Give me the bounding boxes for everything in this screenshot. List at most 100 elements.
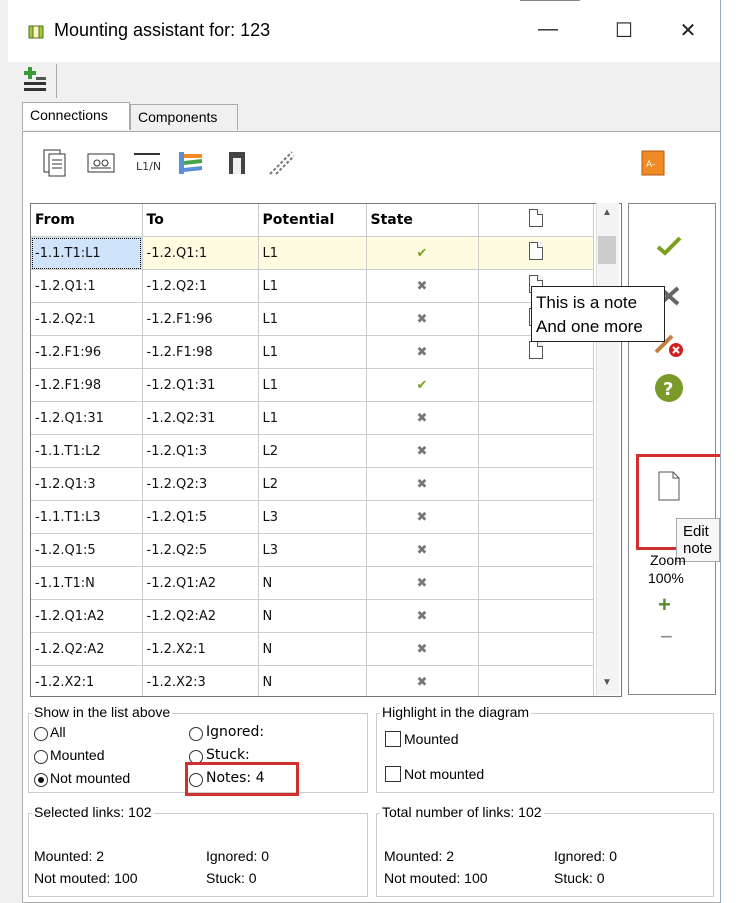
cell-note[interactable]	[478, 434, 594, 468]
potential-icon[interactable]: L1/N	[132, 148, 162, 178]
report-icon[interactable]: A-	[638, 148, 668, 178]
checkbox-highlight-not-mounted[interactable]	[385, 766, 401, 782]
column-header-potential[interactable]: Potential	[258, 204, 367, 237]
minimize-button[interactable]: —	[528, 18, 568, 41]
radio-all-label: All	[50, 724, 66, 740]
checkbox-highlight-mounted-label: Mounted	[404, 731, 459, 747]
checkbox-highlight-mounted[interactable]	[385, 731, 401, 747]
cell-to: -1.2.Q2:1	[142, 269, 259, 303]
cell-note[interactable]	[478, 467, 594, 501]
cell-note[interactable]	[478, 566, 594, 600]
connections-table: From To Potential State -1.1.T1:L1 -1.2.Q…	[30, 203, 622, 697]
checkbox-highlight-not-mounted-label: Not mounted	[404, 766, 485, 782]
cell-note[interactable]	[478, 599, 594, 633]
table-row[interactable]: -1.1.T1:L3 -1.2.Q1:5 L3 ✖	[31, 500, 594, 534]
cell-state: ✖	[366, 500, 479, 534]
column-header-note[interactable]	[478, 204, 594, 237]
note-tooltip: This is a note And one more	[531, 286, 665, 342]
side-toolbar	[628, 203, 716, 695]
column-header-state[interactable]: State	[366, 204, 479, 237]
close-button[interactable]: ✕	[668, 18, 708, 43]
cell-from: -1.1.T1:L2	[31, 434, 143, 468]
cell-potential: N	[258, 599, 367, 633]
cell-from: -1.1.T1:N	[31, 566, 143, 600]
scroll-up-arrow[interactable]: ▲	[602, 207, 612, 218]
table-row[interactable]: -1.2.Q1:5 -1.2.Q2:5 L3 ✖	[31, 533, 594, 567]
radio-not-mounted[interactable]	[34, 773, 48, 787]
cell-note[interactable]	[478, 665, 594, 696]
cell-from: -1.2.Q1:5	[31, 533, 143, 567]
table-row[interactable]: -1.2.Q1:3 -1.2.Q2:3 L2 ✖	[31, 467, 594, 501]
zoom-in-icon[interactable]: +	[658, 592, 671, 618]
cell-from: -1.2.X2:1	[31, 665, 143, 696]
document-list-icon[interactable]	[40, 148, 70, 178]
column-header-from[interactable]: From	[31, 204, 143, 237]
scrollbar-thumb[interactable]	[598, 236, 616, 264]
highlight-group-title: Highlight in the diagram	[380, 704, 532, 720]
note-icon[interactable]	[528, 242, 543, 260]
cell-potential: L1	[258, 335, 367, 369]
cell-potential: L1	[258, 368, 367, 402]
table-row[interactable]: -1.2.Q1:31 -1.2.Q2:31 L1 ✖	[31, 401, 594, 435]
table-row[interactable]: -1.2.Q2:1 -1.2.F1:96 L1 ✖	[31, 302, 594, 336]
total-not-mounted: Not mouted: 100	[384, 870, 488, 886]
radio-mounted-label: Mounted	[50, 747, 105, 763]
table-header-row: From To Potential State	[31, 204, 594, 237]
cell-from: -1.2.Q1:3	[31, 467, 143, 501]
total-ignored: Ignored: 0	[554, 848, 618, 864]
tab-components[interactable]: Components	[130, 104, 238, 130]
cell-potential: L3	[258, 500, 367, 534]
terminal-icon[interactable]	[86, 148, 116, 178]
table-row[interactable]: -1.1.T1:L1 -1.2.Q1:1 L1 ✔	[31, 236, 594, 270]
mark-mounted-check-icon[interactable]	[654, 234, 684, 258]
table-row[interactable]: -1.1.T1:N -1.2.Q1:A2 N ✖	[31, 566, 594, 600]
cell-to: -1.2.X2:3	[142, 665, 259, 696]
radio-not-mounted-label: Not mounted	[50, 770, 131, 786]
table-row[interactable]: -1.2.Q1:A2 -1.2.Q2:A2 N ✖	[31, 599, 594, 633]
cell-from: -1.2.Q1:A2	[31, 599, 143, 633]
cell-note[interactable]	[478, 368, 594, 402]
cell-potential: N	[258, 632, 367, 666]
cell-to: -1.2.Q2:5	[142, 533, 259, 567]
notes-highlight	[185, 762, 299, 796]
radio-mounted[interactable]	[34, 750, 48, 764]
wire-icon[interactable]	[266, 148, 296, 178]
mounting-assistant-window: Mounting assistant for: 123 — ☐ ✕ Connec…	[8, 0, 748, 903]
radio-ignored[interactable]	[189, 727, 203, 741]
cell-to: -1.2.F1:98	[142, 335, 259, 369]
help-icon[interactable]: ?	[653, 372, 685, 404]
radio-stuck-label: Stuck:	[206, 747, 250, 763]
note-tooltip-line1: This is a note	[536, 293, 638, 312]
cell-state: ✖	[366, 434, 479, 468]
table-scrollbar[interactable]: ▲ ▼	[596, 203, 619, 695]
cable-icon[interactable]	[176, 148, 206, 178]
cell-state: ✖	[366, 302, 479, 336]
table-row[interactable]: -1.2.X2:1 -1.2.X2:3 N ✖	[31, 665, 594, 696]
table-row[interactable]: -1.2.F1:96 -1.2.F1:98 L1 ✖	[31, 335, 594, 369]
scroll-down-arrow[interactable]: ▼	[602, 677, 612, 688]
cell-note[interactable]	[478, 401, 594, 435]
add-remove-icon[interactable]	[22, 64, 48, 96]
table-row[interactable]: -1.1.T1:L2 -1.2.Q1:3 L2 ✖	[31, 434, 594, 468]
column-header-to[interactable]: To	[142, 204, 259, 237]
selected-links-title: Selected links: 102	[32, 804, 154, 820]
cell-note[interactable]	[478, 533, 594, 567]
radio-all[interactable]	[34, 727, 48, 741]
note-icon[interactable]	[528, 341, 543, 359]
table-row[interactable]: -1.2.Q1:1 -1.2.Q2:1 L1 ✖	[31, 269, 594, 303]
cell-from: -1.2.F1:96	[31, 335, 143, 369]
zoom-out-icon[interactable]: −	[660, 624, 673, 650]
cell-note[interactable]	[478, 632, 594, 666]
table-row[interactable]: -1.2.F1:98 -1.2.Q1:31 L1 ✔	[31, 368, 594, 402]
tab-connections[interactable]: Connections	[22, 102, 130, 130]
connector-icon[interactable]	[222, 148, 252, 178]
zoom-value: 100%	[648, 570, 684, 586]
table-row[interactable]: -1.2.Q2:A2 -1.2.X2:1 N ✖	[31, 632, 594, 666]
cell-note[interactable]	[478, 236, 594, 270]
note-tooltip-line2: And one more	[536, 317, 643, 336]
cell-to: -1.2.Q2:3	[142, 467, 259, 501]
maximize-button[interactable]: ☐	[604, 18, 644, 43]
total-mounted: Mounted: 2	[384, 848, 455, 864]
cell-state: ✖	[366, 467, 479, 501]
cell-note[interactable]	[478, 500, 594, 534]
